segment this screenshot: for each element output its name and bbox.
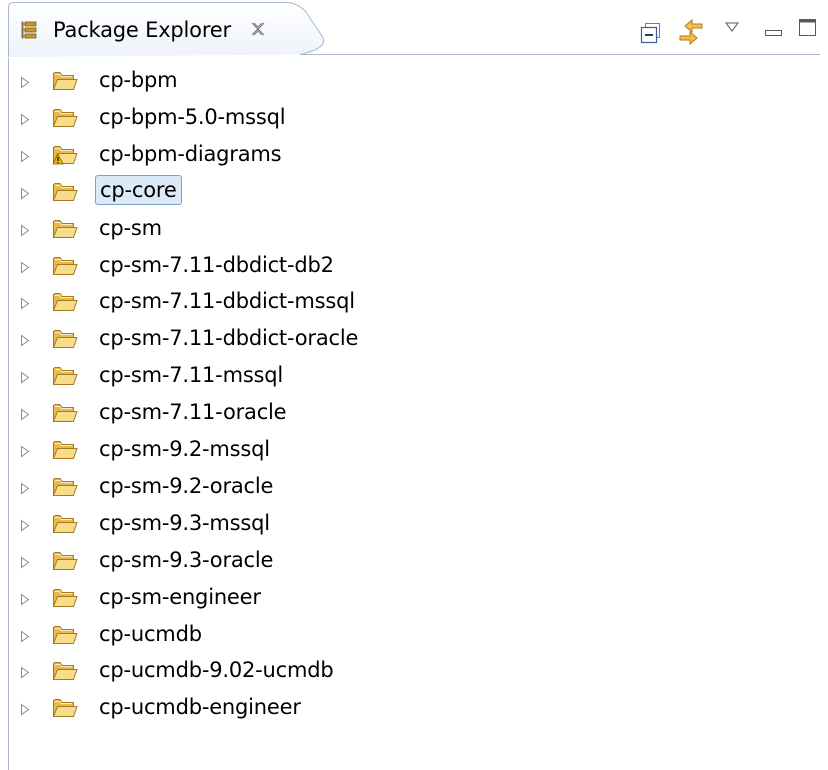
expand-arrow-icon[interactable] — [19, 480, 31, 495]
tree-item[interactable]: cp-sm-9.2-mssql — [9, 431, 789, 467]
project-folder-icon — [52, 105, 78, 129]
view-title-bar: Package Explorer — [0, 0, 828, 58]
project-folder-icon — [52, 437, 78, 461]
expand-arrow-icon[interactable] — [19, 259, 31, 273]
title-bar-divider — [300, 54, 820, 55]
expand-arrow-icon[interactable] — [19, 664, 31, 679]
package-explorer-view: Package Explorer cp-bpm cp-bpm-5.0-mssql… — [0, 0, 828, 770]
project-folder-icon — [52, 289, 78, 313]
tree-item[interactable]: cp-sm-7.11-dbdict-mssql — [9, 283, 789, 319]
package-explorer-tab[interactable]: Package Explorer — [0, 0, 330, 58]
tree-item-label[interactable]: cp-bpm — [99, 66, 178, 94]
tree-item[interactable]: cp-sm — [9, 210, 789, 246]
tree-item[interactable]: cp-sm-7.11-dbdict-oracle — [9, 320, 789, 356]
tree-item-label[interactable]: cp-ucmdb — [99, 620, 202, 648]
expand-arrow-icon[interactable] — [19, 443, 31, 458]
collapse-all-icon[interactable] — [640, 22, 662, 44]
project-folder-icon — [52, 326, 78, 350]
tree-item[interactable]: cp-ucmdb — [9, 616, 789, 652]
tree-item[interactable]: cp-sm-7.11-mssql — [9, 357, 789, 393]
tree-item[interactable]: cp-sm-7.11-oracle — [9, 394, 789, 430]
project-folder-icon — [52, 400, 78, 424]
minimize-icon[interactable] — [764, 24, 784, 36]
project-folder-icon — [52, 179, 78, 203]
expand-arrow-icon[interactable] — [19, 332, 31, 347]
tree-item-selected[interactable]: cp-core — [9, 173, 789, 209]
tree-item-label[interactable]: cp-sm-7.11-dbdict-db2 — [99, 251, 334, 279]
tree-item[interactable]: cp-sm-7.11-dbdict-db2 — [9, 247, 789, 283]
tree-item[interactable]: cp-ucmdb-9.02-ucmdb — [9, 652, 789, 688]
view-title: Package Explorer — [53, 18, 231, 42]
expand-arrow-icon[interactable] — [19, 222, 31, 237]
expand-arrow-icon[interactable] — [19, 185, 31, 200]
expand-arrow-icon[interactable] — [19, 628, 31, 642]
project-folder-icon — [52, 474, 78, 498]
tree-item-label[interactable]: cp-bpm-5.0-mssql — [99, 103, 286, 131]
project-folder-icon — [52, 363, 78, 387]
tree-item-label[interactable]: cp-sm-9.2-mssql — [99, 435, 270, 463]
tree-item-label[interactable]: cp-ucmdb-engineer — [99, 693, 301, 721]
tree-item-label[interactable]: cp-ucmdb-9.02-ucmdb — [99, 656, 334, 684]
maximize-icon[interactable] — [798, 18, 818, 38]
project-folder-icon — [52, 511, 78, 535]
expand-arrow-icon[interactable] — [19, 295, 31, 310]
project-folder-icon — [52, 68, 78, 92]
package-explorer-icon — [21, 21, 37, 39]
project-tree[interactable]: cp-bpm cp-bpm-5.0-mssql cp-bpm-diagrams … — [8, 58, 828, 770]
tree-item-label[interactable]: cp-core — [95, 174, 182, 205]
tree-item-label[interactable]: cp-sm-9.3-oracle — [99, 546, 273, 574]
tree-item-label[interactable]: cp-sm-7.11-mssql — [99, 361, 283, 389]
project-folder-icon — [52, 695, 78, 719]
tree-item-label[interactable]: cp-bpm-diagrams — [99, 140, 282, 168]
project-folder-icon — [52, 585, 78, 609]
tree-item[interactable]: cp-sm-engineer — [9, 579, 789, 615]
expand-arrow-icon[interactable] — [19, 369, 31, 384]
expand-arrow-icon[interactable] — [19, 701, 31, 716]
close-view-icon[interactable] — [249, 20, 267, 38]
tree-item-label[interactable]: cp-sm-engineer — [99, 583, 261, 611]
expand-arrow-icon[interactable] — [19, 74, 31, 89]
tree-item-label[interactable]: cp-sm-9.3-mssql — [99, 509, 270, 537]
tree-item-label[interactable]: cp-sm-7.11-dbdict-oracle — [99, 324, 358, 352]
project-folder-icon — [52, 658, 78, 682]
tree-item-label[interactable]: cp-sm — [99, 214, 162, 242]
tree-item[interactable]: cp-bpm-5.0-mssql — [9, 99, 789, 135]
project-folder-icon — [52, 253, 78, 277]
link-with-editor-icon[interactable] — [676, 17, 706, 47]
tree-item[interactable]: cp-sm-9.3-oracle — [9, 542, 789, 578]
tree-item[interactable]: cp-bpm — [9, 62, 789, 98]
tree-item-label[interactable]: cp-sm-7.11-oracle — [99, 398, 287, 426]
expand-arrow-icon[interactable] — [19, 148, 31, 163]
project-folder-icon — [52, 216, 78, 240]
tree-item[interactable]: cp-bpm-diagrams — [9, 136, 789, 172]
tree-item[interactable]: cp-sm-9.3-mssql — [9, 505, 789, 541]
tree-item[interactable]: cp-ucmdb-engineer — [9, 689, 789, 725]
expand-arrow-icon[interactable] — [19, 554, 31, 569]
project-folder-icon — [52, 548, 78, 572]
view-menu-chevron-down-icon[interactable] — [724, 18, 740, 32]
project-folder-icon — [52, 622, 78, 646]
expand-arrow-icon[interactable] — [19, 591, 31, 606]
project-folder-warning-icon — [52, 142, 78, 166]
tree-item[interactable]: cp-sm-9.2-oracle — [9, 468, 789, 504]
expand-arrow-icon[interactable] — [19, 406, 31, 421]
tree-item-label[interactable]: cp-sm-9.2-oracle — [99, 472, 273, 500]
expand-arrow-icon[interactable] — [19, 111, 31, 126]
expand-arrow-icon[interactable] — [19, 517, 31, 532]
tree-item-label[interactable]: cp-sm-7.11-dbdict-mssql — [99, 287, 355, 315]
